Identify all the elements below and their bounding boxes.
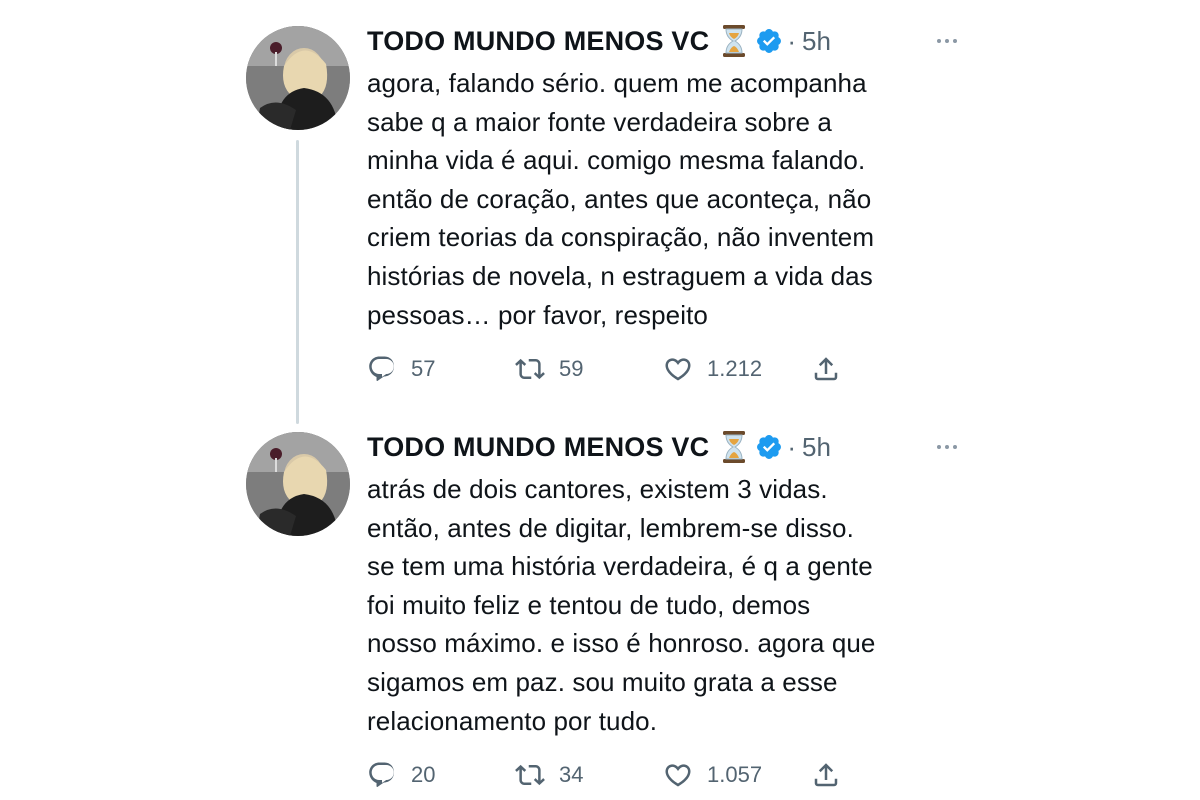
tweet-content: TODO MUNDO MENOS VC · 5h atrás de dois c…: [367, 428, 967, 792]
verified-badge-icon: [755, 27, 783, 55]
reply-icon: [369, 762, 395, 788]
more-options-icon[interactable]: [927, 24, 967, 58]
share-button[interactable]: [811, 760, 841, 790]
retweet-icon: [515, 765, 545, 786]
retweet-button[interactable]: 34: [515, 760, 663, 790]
thread-connector-line: [296, 140, 299, 424]
display-name[interactable]: TODO MUNDO MENOS VC: [367, 432, 709, 463]
retweet-count: 34: [559, 762, 584, 788]
reply-count: 57: [411, 356, 436, 382]
avatar[interactable]: [246, 26, 350, 130]
separator-dot: ·: [787, 25, 796, 56]
more-options-icon[interactable]: [927, 430, 967, 464]
reply-button[interactable]: 57: [367, 354, 515, 384]
tweet-actions: 57 59 1.212: [367, 352, 967, 386]
tweet-content: TODO MUNDO MENOS VC · 5h agora, falando …: [367, 22, 967, 386]
like-button[interactable]: 1.057: [663, 760, 811, 790]
share-icon: [814, 357, 838, 381]
tweet-actions: 20 34 1.057: [367, 758, 967, 792]
separator-dot: ·: [787, 431, 796, 462]
share-button[interactable]: [811, 354, 841, 384]
like-count: 1.057: [707, 762, 763, 788]
tweet-text: atrás de dois cantores, existem 3 vidas.…: [367, 474, 876, 736]
share-icon: [814, 763, 838, 787]
display-name[interactable]: TODO MUNDO MENOS VC: [367, 26, 709, 57]
retweet-count: 59: [559, 356, 584, 382]
tweet-header: TODO MUNDO MENOS VC · 5h: [367, 428, 967, 466]
tweet-header: TODO MUNDO MENOS VC · 5h: [367, 22, 967, 60]
retweet-button[interactable]: 59: [515, 354, 663, 384]
timestamp[interactable]: 5h: [802, 432, 831, 463]
hourglass-icon: [721, 430, 747, 464]
like-count: 1.212: [707, 356, 763, 382]
reply-count: 20: [411, 762, 436, 788]
reply-icon: [369, 356, 395, 382]
like-button[interactable]: 1.212: [663, 354, 811, 384]
timestamp[interactable]: 5h: [802, 26, 831, 57]
heart-icon: [665, 358, 691, 381]
reply-button[interactable]: 20: [367, 760, 515, 790]
tweet-text: agora, falando sério. quem me acompanha …: [367, 68, 875, 330]
retweet-icon: [515, 359, 545, 380]
heart-icon: [665, 764, 691, 787]
hourglass-icon: [721, 24, 747, 58]
avatar[interactable]: [246, 432, 350, 536]
verified-badge-icon: [755, 433, 783, 461]
